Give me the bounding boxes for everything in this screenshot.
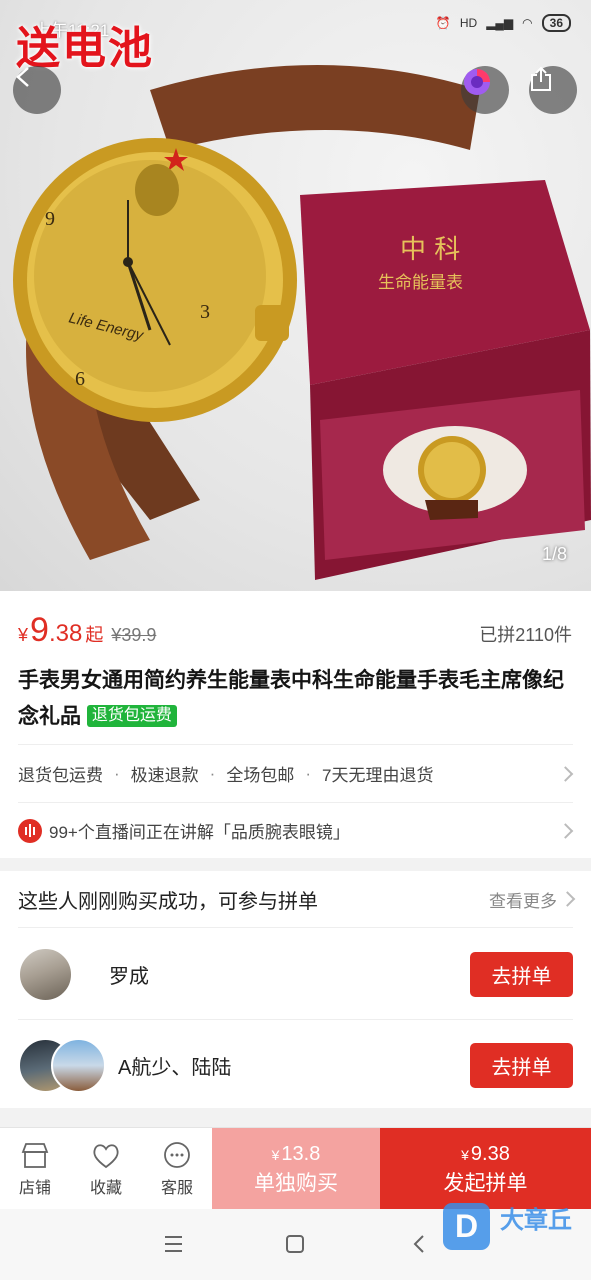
bottom-action-bar: 店铺 收藏 客服 ¥13.8 单独购买 ¥9.38 发起拼单 xyxy=(0,1127,591,1210)
original-price: ¥39.9 xyxy=(111,625,157,645)
see-more-link[interactable]: 查看更多 xyxy=(489,887,576,912)
price-suffix: 起 xyxy=(85,625,104,645)
start-group-price-value: 9.38 xyxy=(470,1143,510,1165)
buy-alone-price-value: 13.8 xyxy=(281,1143,321,1165)
status-icons: ⏰ HD ▂▄▆ ◠ 36 xyxy=(436,14,571,32)
svg-text:9: 9 xyxy=(45,208,55,230)
menu-icon[interactable] xyxy=(165,1236,182,1252)
alarm-icon: ⏰ xyxy=(435,16,451,30)
customer-service-label: 客服 xyxy=(160,1180,193,1197)
watermark-logo: D xyxy=(443,1203,490,1250)
service-item: 7天无理由退货 xyxy=(322,766,434,785)
buy-alone-label: 单独购买 xyxy=(254,1172,338,1195)
chat-icon xyxy=(164,1142,190,1168)
avatar xyxy=(18,946,73,1002)
store-icon xyxy=(21,1143,49,1168)
currency-symbol: ¥ xyxy=(271,1147,280,1163)
separator-dot: · xyxy=(114,763,120,783)
service-item: 极速退款 xyxy=(130,766,199,785)
price: ¥ 9 .38 起 ¥39.9 xyxy=(18,611,156,650)
product-title: 手表男女通用简约养生能量表中科生命能量手表毛主席像纪念礼品 退货包运费 xyxy=(18,663,576,735)
watermark: D 大章丘 xyxy=(443,1203,572,1250)
chevron-right-icon xyxy=(559,891,576,907)
service-item: 退货包运费 xyxy=(18,766,103,785)
price-decimal: .38 xyxy=(48,620,83,647)
chevron-right-icon xyxy=(557,822,574,839)
svg-text:3: 3 xyxy=(200,301,210,323)
currency-symbol: ¥ xyxy=(461,1147,469,1163)
favorite-button[interactable]: 收藏 xyxy=(76,1140,136,1198)
live-stream-row[interactable]: 99+个直播间正在讲解「品质腕表眼镜」 xyxy=(18,802,574,858)
start-group-price: ¥9.38 xyxy=(380,1140,591,1169)
buy-alone-price: ¥13.8 xyxy=(212,1140,380,1169)
favorite-label: 收藏 xyxy=(89,1180,122,1197)
group-buy-title: 这些人刚刚购买成功，可参与拼单 xyxy=(18,890,318,913)
hd-signal-icon: HD xyxy=(459,16,478,30)
service-item: 全场包邮 xyxy=(226,766,295,785)
store-label: 店铺 xyxy=(18,1180,51,1197)
group-row: A航少、陆陆 去拼单 xyxy=(18,1020,573,1111)
separator-dot: · xyxy=(209,763,216,783)
share-icon xyxy=(531,66,551,91)
battery-indicator: 36 xyxy=(541,14,571,32)
service-guarantees[interactable]: 退货包运费 · 极速退款 · 全场包邮 · 7天无理由退货 xyxy=(18,744,574,802)
signal-icon: ▂▄▆ xyxy=(486,16,514,30)
group-buy-header: 这些人刚刚购买成功，可参与拼单 查看更多 xyxy=(18,871,576,928)
back-button[interactable] xyxy=(13,66,61,114)
chevron-left-icon xyxy=(16,67,29,87)
start-group-label: 发起拼单 xyxy=(443,1172,528,1195)
heart-icon xyxy=(93,1144,119,1169)
svg-text:中 科: 中 科 xyxy=(400,235,460,265)
separator-dot: · xyxy=(305,763,312,783)
group-member-name: A航少、陆陆 xyxy=(118,1057,232,1079)
chevron-right-icon xyxy=(557,765,574,782)
product-image-carousel[interactable]: 9 6 3 Life Energy 中 科 生命能量表 上午11:21 ⏰ HD… xyxy=(0,0,591,591)
price-integer: 9 xyxy=(30,611,49,649)
group-buy-section: 这些人刚刚购买成功，可参与拼单 查看更多 罗成 去拼单 A航少、陆陆 去拼单 xyxy=(0,871,591,1108)
live-bars-icon xyxy=(18,818,42,843)
home-icon[interactable] xyxy=(286,1235,304,1253)
join-group-button[interactable]: 去拼单 xyxy=(470,951,573,997)
live-stream-text: 99+个直播间正在讲解「品质腕表眼镜」 xyxy=(49,823,350,842)
svg-text:6: 6 xyxy=(75,368,85,390)
live-logo-icon xyxy=(464,69,490,95)
avatar xyxy=(51,1038,106,1093)
price-currency: ¥ xyxy=(18,625,29,645)
sold-count: 已拼2110件 xyxy=(479,625,572,645)
svg-text:生命能量表: 生命能量表 xyxy=(378,273,463,293)
join-group-button[interactable]: 去拼单 xyxy=(470,1043,573,1088)
image-counter: 1/8 xyxy=(541,544,567,564)
product-info: ¥ 9 .38 起 ¥39.9 已拼2110件 手表男女通用简约养生能量表中科生… xyxy=(0,591,591,858)
share-button[interactable] xyxy=(529,66,577,114)
watermark-text: 大章丘 xyxy=(500,1207,572,1234)
store-button[interactable]: 店铺 xyxy=(5,1140,65,1198)
customer-service-button[interactable]: 客服 xyxy=(147,1140,207,1198)
buy-alone-button[interactable]: ¥13.8 单独购买 xyxy=(212,1128,380,1210)
see-more-label: 查看更多 xyxy=(489,891,557,911)
start-group-button[interactable]: ¥9.38 发起拼单 xyxy=(380,1128,591,1210)
live-indicator-button[interactable] xyxy=(461,66,509,114)
back-nav-icon[interactable] xyxy=(413,1235,424,1253)
return-shipping-tag: 退货包运费 xyxy=(86,705,177,727)
group-row: 罗成 去拼单 xyxy=(18,929,573,1020)
wifi-icon: ◠ xyxy=(522,16,533,30)
group-member-name: 罗成 xyxy=(109,965,149,988)
